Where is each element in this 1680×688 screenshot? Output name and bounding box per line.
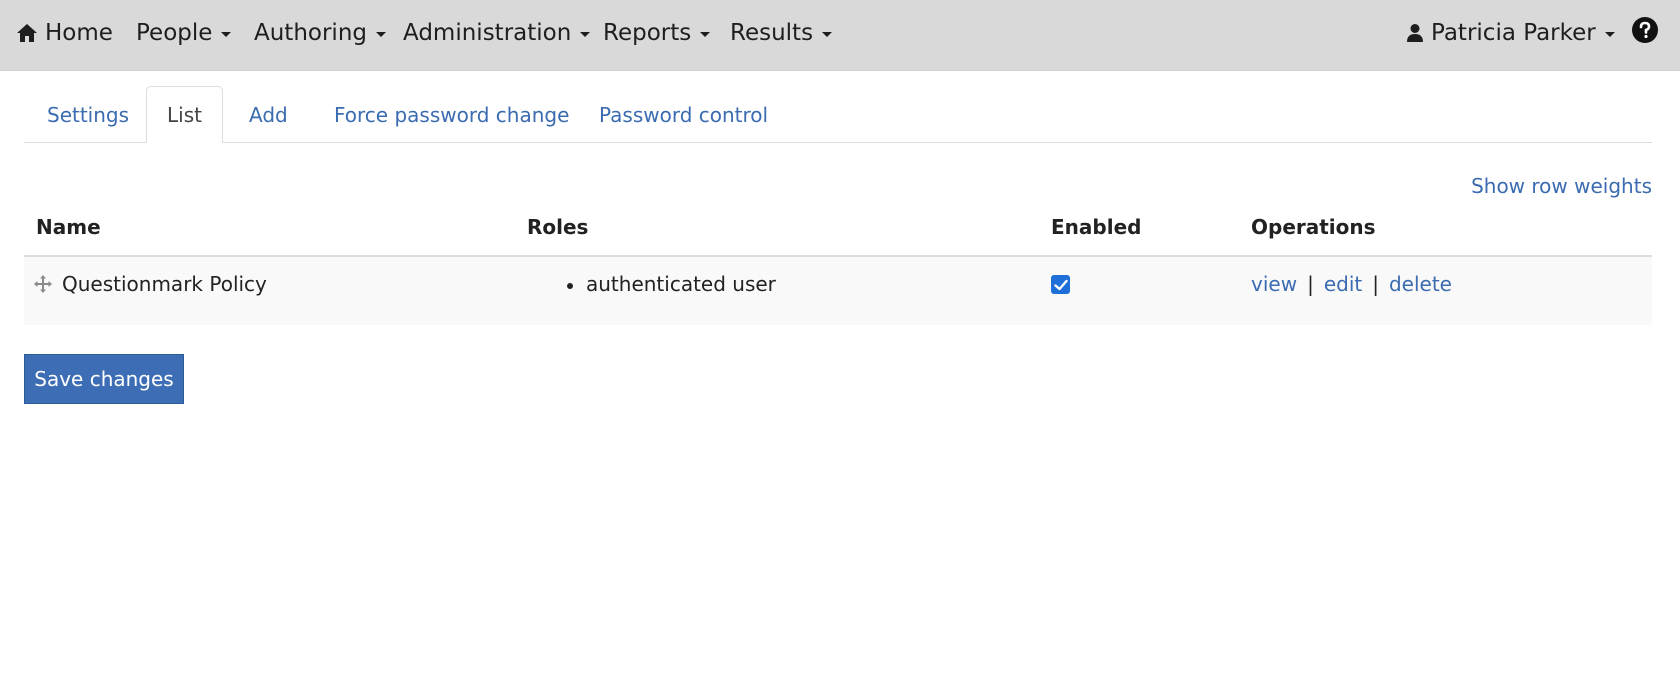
edit-link[interactable]: edit — [1324, 272, 1362, 296]
nav-home[interactable]: Home — [16, 0, 113, 66]
save-changes-button[interactable]: Save changes — [24, 354, 184, 404]
drag-handle-icon[interactable] — [34, 275, 52, 293]
nav-authoring-label: Authoring — [254, 20, 368, 46]
role-item: authenticated user — [586, 272, 776, 296]
nav-user-label: Patricia Parker — [1431, 20, 1596, 46]
separator: | — [1307, 272, 1314, 296]
show-row-weights-link[interactable]: Show row weights — [1471, 174, 1652, 198]
nav-results-label: Results — [730, 20, 814, 46]
nav-people[interactable]: People — [136, 0, 232, 66]
tab-list[interactable]: List — [146, 86, 223, 143]
caret-down-icon — [1604, 31, 1615, 37]
nav-authoring[interactable]: Authoring — [254, 0, 387, 66]
column-header-roles: Roles — [527, 215, 589, 239]
column-header-name: Name — [36, 215, 101, 239]
help-button[interactable] — [1632, 0, 1658, 66]
nav-user-menu[interactable]: Patricia Parker — [1406, 0, 1615, 66]
delete-link[interactable]: delete — [1389, 272, 1452, 296]
top-navbar: Home People Authoring Administration Rep… — [0, 0, 1680, 71]
caret-down-icon — [580, 31, 591, 37]
nav-home-label: Home — [45, 20, 113, 46]
tab-force-password-change[interactable]: Force password change — [334, 86, 569, 143]
separator: | — [1372, 272, 1379, 296]
caret-down-icon — [700, 31, 711, 37]
checkmark-icon — [1053, 279, 1068, 290]
help-icon — [1632, 17, 1658, 49]
column-header-enabled: Enabled — [1051, 215, 1142, 239]
tab-settings[interactable]: Settings — [47, 86, 129, 143]
nav-reports[interactable]: Reports — [603, 0, 711, 66]
caret-down-icon — [822, 31, 833, 37]
operations-links: view | edit | delete — [1251, 272, 1452, 296]
view-link[interactable]: view — [1251, 272, 1297, 296]
nav-results[interactable]: Results — [730, 0, 833, 66]
caret-down-icon — [376, 31, 387, 37]
enabled-checkbox[interactable] — [1051, 275, 1070, 294]
home-icon — [16, 23, 38, 43]
nav-reports-label: Reports — [603, 20, 692, 46]
caret-down-icon — [221, 31, 232, 37]
role-bullet — [567, 283, 573, 289]
policy-name: Questionmark Policy — [62, 272, 267, 296]
user-icon — [1406, 23, 1424, 43]
nav-administration-label: Administration — [403, 20, 572, 46]
tab-password-control[interactable]: Password control — [599, 86, 768, 143]
column-header-operations: Operations — [1251, 215, 1376, 239]
tab-add[interactable]: Add — [249, 86, 288, 143]
nav-administration[interactable]: Administration — [403, 0, 591, 66]
nav-people-label: People — [136, 20, 213, 46]
